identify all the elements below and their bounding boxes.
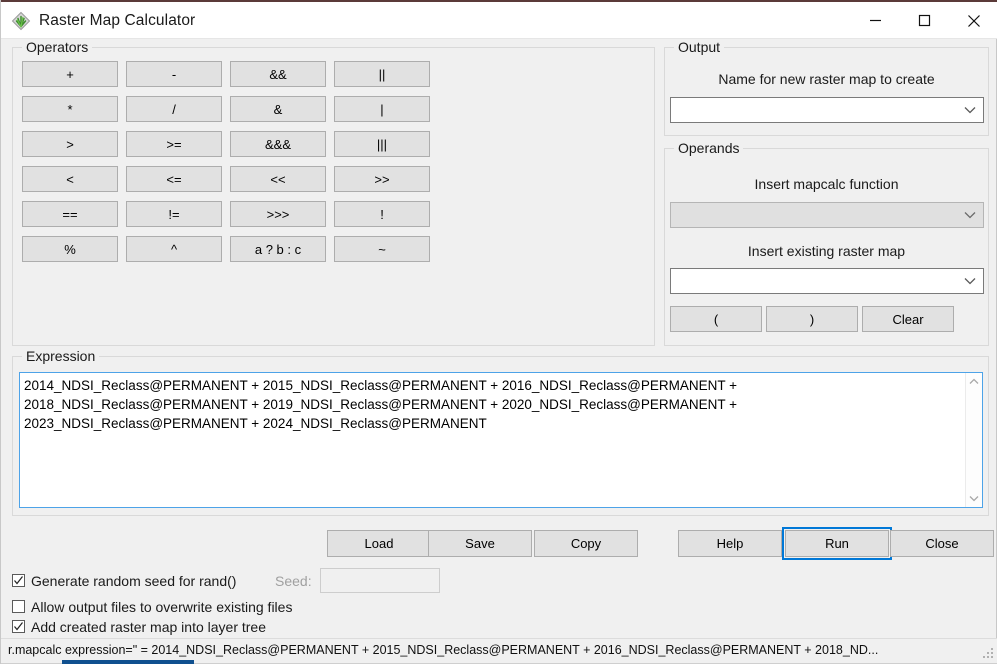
close-button[interactable]: [949, 2, 997, 39]
checkbox-box[interactable]: [12, 574, 25, 587]
status-bar-text: r.mapcalc expression=" = 2014_NDSI_Recla…: [8, 643, 879, 657]
expression-value[interactable]: 2014_NDSI_Reclass@PERMANENT + 2015_NDSI_…: [20, 373, 965, 507]
chevron-down-icon: [957, 106, 983, 114]
chevron-down-icon: [957, 211, 983, 219]
operator-button[interactable]: &&: [230, 61, 326, 87]
seed-input[interactable]: [320, 568, 440, 593]
output-name-label: Name for new raster map to create: [718, 71, 935, 87]
operator-button[interactable]: !: [334, 201, 430, 227]
expression-textarea[interactable]: 2014_NDSI_Reclass@PERMANENT + 2015_NDSI_…: [19, 372, 983, 508]
window-controls: [851, 2, 997, 39]
operands-legend: Operands: [674, 140, 744, 156]
operator-button[interactable]: >: [22, 131, 118, 157]
scroll-up-icon[interactable]: [966, 373, 983, 390]
save-button[interactable]: Save: [428, 530, 532, 557]
operator-button[interactable]: >=: [126, 131, 222, 157]
operator-button[interactable]: >>: [334, 166, 430, 192]
operator-button[interactable]: *: [22, 96, 118, 122]
operator-button[interactable]: <: [22, 166, 118, 192]
operator-button[interactable]: a ? b : c: [230, 236, 326, 262]
output-name-combobox[interactable]: [670, 97, 984, 123]
output-group: Output Name for new raster map to create: [664, 39, 989, 136]
operator-button[interactable]: <<: [230, 166, 326, 192]
allow-overwrite-label: Allow output files to overwrite existing…: [31, 598, 293, 615]
operator-button[interactable]: ~: [334, 236, 430, 262]
generate-random-seed-label: Generate random seed for rand(): [31, 572, 237, 589]
mapcalc-function-label: Insert mapcalc function: [754, 176, 899, 192]
existing-raster-label: Insert existing raster map: [747, 243, 906, 259]
window-title: Raster Map Calculator: [39, 11, 196, 29]
operator-button[interactable]: >>>: [230, 201, 326, 227]
raster-map-calculator-window: Raster Map Calculator Operators + - && |…: [0, 0, 997, 664]
operands-group: Operands Insert mapcalc function Insert …: [664, 140, 989, 346]
paren-open-button[interactable]: (: [670, 306, 762, 332]
copy-button[interactable]: Copy: [534, 530, 638, 557]
close-dialog-button[interactable]: Close: [890, 530, 994, 557]
checkbox-box[interactable]: [12, 620, 25, 633]
operator-button[interactable]: !=: [126, 201, 222, 227]
clear-button[interactable]: Clear: [862, 306, 954, 332]
operator-button[interactable]: |: [334, 96, 430, 122]
paren-close-button[interactable]: ): [766, 306, 858, 332]
mapcalc-function-combobox[interactable]: [670, 202, 984, 228]
existing-raster-combobox[interactable]: [670, 268, 984, 294]
minimize-button[interactable]: [851, 2, 900, 39]
chevron-down-icon: [957, 277, 983, 285]
allow-overwrite-checkbox[interactable]: Allow output files to overwrite existing…: [12, 597, 292, 616]
run-button[interactable]: Run: [782, 527, 892, 560]
scroll-down-icon[interactable]: [966, 490, 983, 507]
load-button[interactable]: Load: [327, 530, 431, 557]
title-bar-divider: [1, 38, 997, 39]
operator-button[interactable]: -: [126, 61, 222, 87]
operators-legend: Operators: [22, 39, 93, 55]
maximize-button[interactable]: [900, 2, 949, 39]
operator-button[interactable]: ^: [126, 236, 222, 262]
operator-button[interactable]: +: [22, 61, 118, 87]
operator-button[interactable]: &: [230, 96, 326, 122]
add-layer-checkbox[interactable]: Add created raster map into layer tree: [12, 617, 266, 636]
expression-scrollbar[interactable]: [965, 373, 982, 507]
help-button[interactable]: Help: [678, 530, 782, 557]
generate-random-seed-checkbox[interactable]: Generate random seed for rand(): [12, 571, 236, 590]
operator-button[interactable]: ||: [334, 61, 430, 87]
add-layer-label: Add created raster map into layer tree: [31, 618, 267, 635]
title-bar[interactable]: Raster Map Calculator: [1, 0, 997, 39]
operator-button[interactable]: ==: [22, 201, 118, 227]
checkbox-box[interactable]: [12, 600, 25, 613]
taskbar-active-item[interactable]: [62, 660, 194, 664]
grass-gis-icon: [10, 10, 32, 32]
operator-button[interactable]: <=: [126, 166, 222, 192]
operator-button[interactable]: /: [126, 96, 222, 122]
operators-grid: + - && || * / & | > >= &&& ||| < <= << >…: [22, 61, 430, 262]
operator-button[interactable]: %: [22, 236, 118, 262]
operator-button[interactable]: |||: [334, 131, 430, 157]
seed-label: Seed:: [275, 573, 312, 589]
operators-group: Operators + - && || * / & | > >= &&& |||…: [12, 39, 655, 346]
operator-button[interactable]: &&&: [230, 131, 326, 157]
expression-group: Expression 2014_NDSI_Reclass@PERMANENT +…: [12, 348, 989, 516]
expression-legend: Expression: [22, 348, 100, 364]
resize-grip[interactable]: [982, 648, 995, 661]
output-legend: Output: [674, 39, 725, 55]
